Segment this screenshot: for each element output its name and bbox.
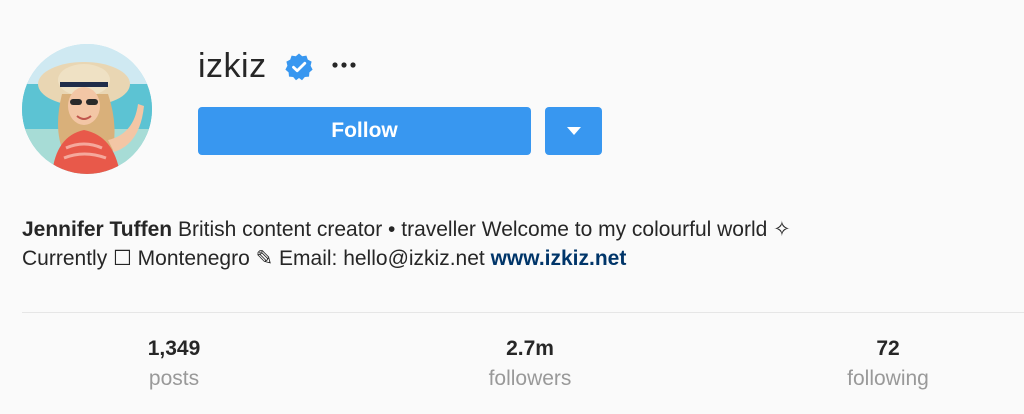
stat-following-value: 72 — [876, 337, 900, 360]
stat-following[interactable]: 72 following — [788, 335, 988, 395]
bio-line-2: Currently ☐ Montenegro ✎ Email: hello@iz… — [22, 247, 491, 270]
bio: Jennifer Tuffen British content creator … — [22, 215, 1002, 273]
ellipsis-icon — [332, 62, 356, 68]
follow-button[interactable]: Follow — [198, 107, 531, 155]
username: izkiz — [198, 47, 267, 85]
suggestions-dropdown-button[interactable] — [545, 107, 602, 155]
profile-page: izkiz Follow Jennifer Tuffen British con… — [0, 0, 1024, 414]
bio-line-1: British content creator • traveller Welc… — [172, 218, 791, 241]
stat-followers-label: followers — [488, 367, 572, 390]
chevron-down-icon — [566, 127, 581, 135]
full-name: Jennifer Tuffen — [22, 218, 173, 241]
stat-posts-value: 1,349 — [147, 337, 201, 360]
website-link[interactable]: www.izkiz.net — [491, 247, 627, 270]
verified-badge-icon — [284, 52, 314, 82]
avatar[interactable] — [22, 44, 152, 174]
stat-posts-label: posts — [148, 367, 200, 390]
stat-followers-value: 2.7m — [506, 337, 554, 360]
stat-posts: 1,349 posts — [74, 335, 274, 395]
stat-following-label: following — [847, 367, 929, 390]
more-options-button[interactable] — [328, 50, 360, 80]
divider — [22, 312, 1024, 313]
stat-followers[interactable]: 2.7m followers — [430, 335, 630, 395]
